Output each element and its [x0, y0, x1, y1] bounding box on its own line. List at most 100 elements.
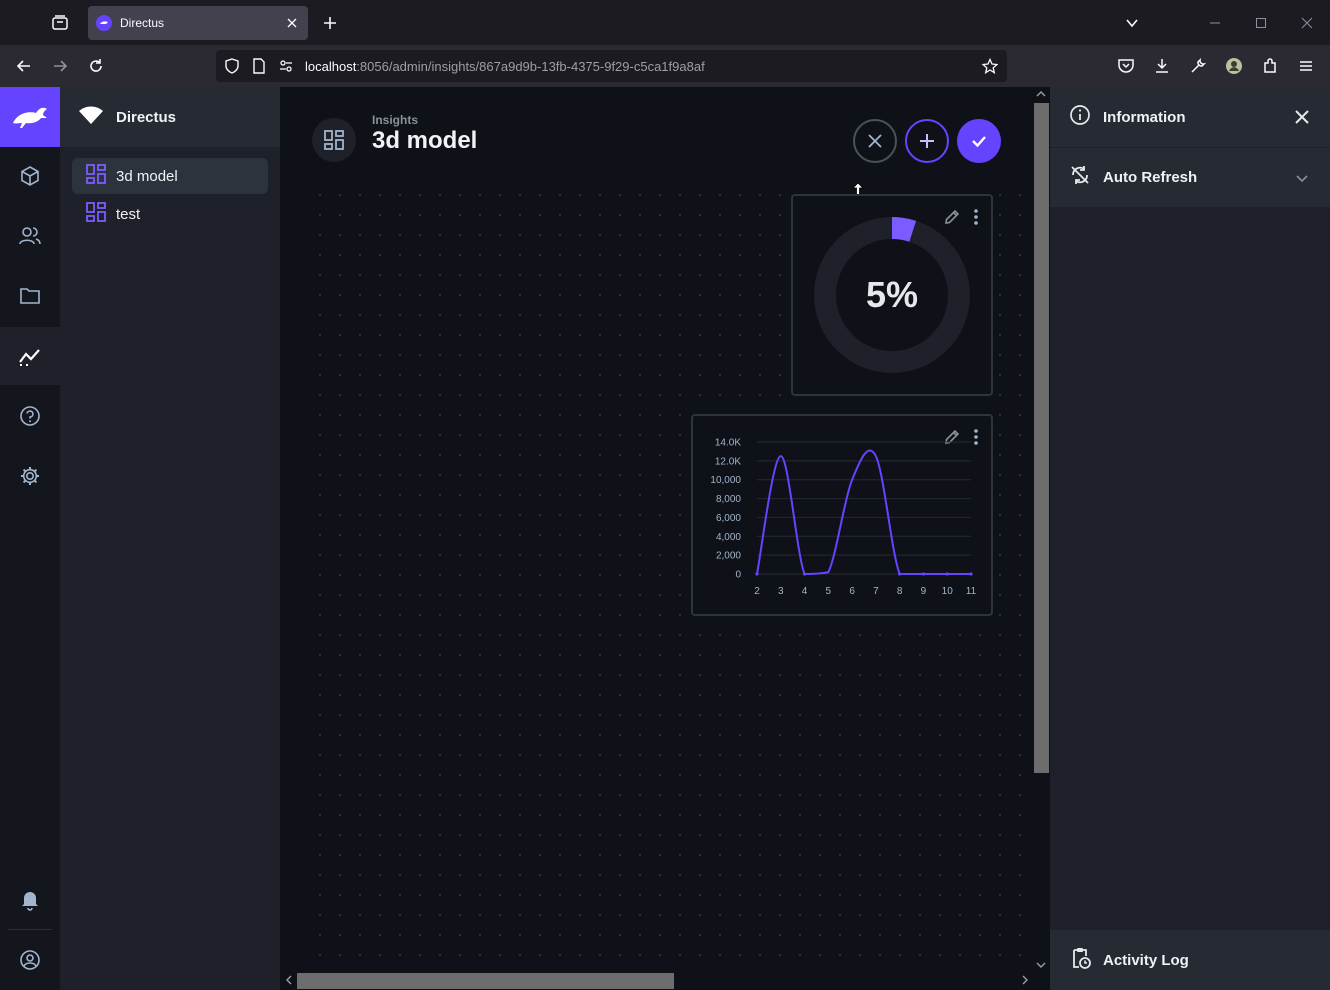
reload-icon[interactable] — [83, 53, 109, 79]
project-header[interactable]: Directus — [60, 87, 280, 147]
scroll-left-icon — [286, 975, 292, 985]
dashboard-grid-icon — [86, 163, 106, 189]
url-host: localhost — [305, 59, 357, 74]
info-icon — [1069, 104, 1091, 131]
user-account-icon[interactable] — [0, 931, 60, 989]
info-sidebar: Information Auto Refresh Activity Log — [1050, 87, 1330, 990]
url-bar[interactable]: localhost:8056/admin/insights/867a9d9b-1… — [216, 50, 1007, 82]
x-tick-label: 7 — [873, 586, 879, 597]
information-section[interactable]: Information — [1050, 87, 1330, 147]
data-point — [898, 572, 902, 576]
dashboard-label: 3d model — [116, 167, 178, 185]
url-text[interactable]: localhost:8056/admin/insights/867a9d9b-1… — [305, 59, 705, 74]
horizontal-scroll-thumb[interactable] — [297, 973, 674, 989]
y-tick-label: 14.0K — [715, 438, 741, 449]
close-sidebar-icon[interactable] — [1292, 107, 1312, 127]
scroll-up-icon — [1036, 91, 1046, 97]
pocket-icon[interactable] — [1113, 53, 1139, 79]
list-all-tabs-icon[interactable] — [1120, 11, 1144, 35]
x-tick-label: 3 — [778, 586, 784, 597]
bookmark-star-icon[interactable] — [982, 58, 998, 74]
data-point — [755, 572, 759, 576]
dashboard-label: test — [116, 205, 141, 223]
information-label: Information — [1103, 108, 1186, 126]
add-panel-button[interactable] — [905, 119, 949, 163]
activity-clipboard-icon — [1069, 947, 1091, 974]
vertical-scrollbar[interactable] — [1032, 87, 1050, 990]
data-point — [921, 572, 926, 576]
auto-refresh-section[interactable]: Auto Refresh — [1050, 147, 1330, 207]
x-tick-label: 2 — [754, 586, 760, 597]
insights-module-icon[interactable] — [0, 327, 60, 385]
y-tick-label: 2,000 — [716, 551, 741, 562]
dashboard-grid-icon — [86, 201, 106, 227]
scroll-right-icon — [1022, 975, 1028, 985]
meter-value-label: 5% — [865, 274, 919, 315]
url-path: :8056/admin/insights/867a9d9b-13fb-4375-… — [356, 59, 705, 74]
dashboard-item-test[interactable]: test — [72, 196, 268, 232]
breadcrumb[interactable]: Insights — [372, 113, 418, 127]
page-icon[interactable] — [251, 58, 267, 74]
files-folder-icon[interactable] — [0, 267, 60, 325]
minimize-icon[interactable] — [1203, 11, 1227, 35]
maximize-icon[interactable] — [1249, 11, 1273, 35]
activity-log-section[interactable]: Activity Log — [1050, 930, 1330, 990]
tab-list-icon[interactable] — [48, 11, 72, 35]
module-bar — [0, 87, 60, 990]
project-name: Directus — [116, 108, 177, 126]
chevron-down-icon[interactable] — [1292, 168, 1312, 188]
settings-gear-icon[interactable] — [0, 447, 60, 505]
x-tick-label: 4 — [802, 586, 808, 597]
y-tick-label: 6,000 — [716, 513, 741, 524]
y-tick-label: 8,000 — [716, 494, 741, 505]
downloads-icon[interactable] — [1149, 53, 1175, 79]
directus-favicon-icon — [96, 15, 112, 31]
insights-workspace: Insights 3d model 5% 14.0K 12.0K 10,000 … — [280, 87, 1050, 990]
line-chart-panel[interactable]: 14.0K 12.0K 10,000 8,000 6,000 4,000 2,000 0 2 3 4… — [691, 414, 993, 616]
shield-icon[interactable] — [224, 58, 240, 74]
wifi-icon — [78, 105, 104, 130]
users-module-icon[interactable] — [0, 207, 60, 265]
tab-title: Directus — [120, 16, 165, 30]
x-tick-label: 11 — [966, 586, 977, 597]
y-tick-label: 4,000 — [716, 532, 741, 543]
permissions-icon[interactable] — [278, 58, 294, 74]
cancel-edit-button[interactable] — [853, 119, 897, 163]
line-chart: 14.0K 12.0K 10,000 8,000 6,000 4,000 2,000 0 2 3 4… — [710, 438, 977, 598]
x-tick-label: 8 — [897, 586, 903, 597]
back-icon[interactable] — [11, 53, 37, 79]
save-button[interactable] — [957, 119, 1001, 163]
close-icon — [868, 134, 882, 148]
directus-logo-icon[interactable] — [0, 87, 60, 147]
dashboard-header-icon — [312, 118, 356, 162]
y-tick-label: 10,000 — [710, 475, 741, 486]
browser-nav-bar: localhost:8056/admin/insights/867a9d9b-1… — [0, 45, 1330, 87]
x-tick-label: 9 — [921, 586, 927, 597]
auto-refresh-label: Auto Refresh — [1103, 169, 1198, 186]
x-tick-label: 10 — [942, 586, 954, 597]
dashboard-item-3d-model[interactable]: 3d model — [72, 158, 268, 194]
x-tick-label: 5 — [826, 586, 832, 597]
plus-icon — [920, 134, 934, 148]
horizontal-scrollbar[interactable] — [280, 970, 1032, 990]
window-close-icon[interactable] — [1295, 11, 1319, 35]
extensions-icon[interactable] — [1257, 53, 1283, 79]
help-icon[interactable] — [0, 387, 60, 445]
notifications-bell-icon[interactable] — [0, 871, 60, 929]
browser-tab[interactable]: Directus — [88, 6, 308, 40]
content-module-cube-icon[interactable] — [0, 147, 60, 205]
directus-app: Directus 3d model test Insights 3d model — [0, 87, 1330, 990]
meter-panel[interactable]: 5% — [791, 194, 993, 396]
menu-icon[interactable] — [1293, 53, 1319, 79]
vertical-scroll-thumb[interactable] — [1034, 103, 1049, 773]
profile-avatar-icon[interactable] — [1221, 53, 1247, 79]
forward-icon[interactable] — [47, 53, 73, 79]
page-title: 3d model — [372, 127, 478, 154]
new-tab-icon[interactable] — [318, 11, 342, 35]
y-tick-label: 12.0K — [715, 456, 741, 467]
tab-close-icon[interactable] — [284, 15, 300, 31]
wrench-icon[interactable] — [1185, 53, 1211, 79]
meter-value-arc — [891, 217, 917, 242]
data-point — [945, 572, 949, 576]
data-point — [802, 572, 807, 576]
